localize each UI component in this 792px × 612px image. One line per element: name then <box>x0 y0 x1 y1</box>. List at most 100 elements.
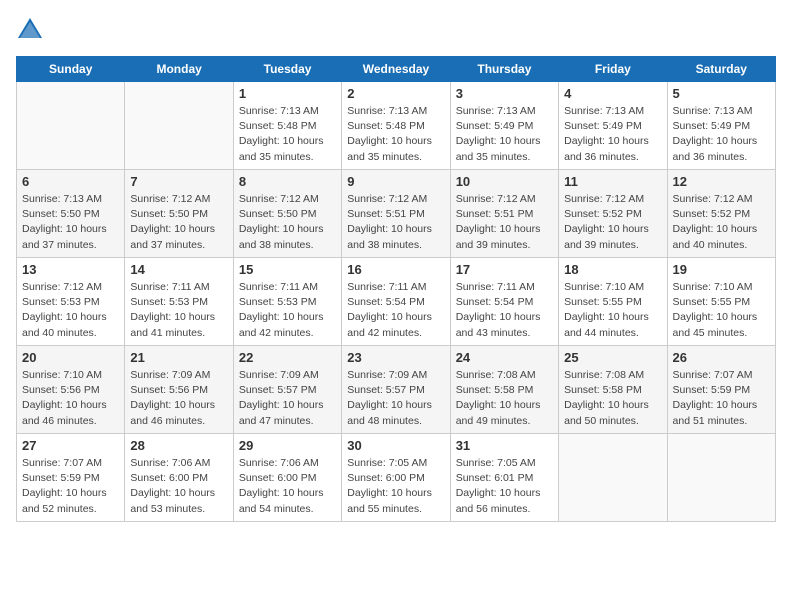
day-info: Sunrise: 7:08 AM Sunset: 5:58 PM Dayligh… <box>456 368 553 429</box>
day-info: Sunrise: 7:12 AM Sunset: 5:50 PM Dayligh… <box>239 192 336 253</box>
day-number: 21 <box>130 350 227 365</box>
logo <box>16 16 48 44</box>
calendar-cell: 3Sunrise: 7:13 AM Sunset: 5:49 PM Daylig… <box>450 82 558 170</box>
day-info: Sunrise: 7:11 AM Sunset: 5:54 PM Dayligh… <box>456 280 553 341</box>
calendar-cell: 31 Sunrise: 7:05 AM Sunset: 6:01 PM Dayli… <box>450 434 558 522</box>
calendar-cell: 11 Sunrise: 7:12 AM Sunset: 5:52 PM Dayli… <box>559 170 667 258</box>
calendar-body: 1 Sunrise: 7:13 AM Sunset: 5:48 PM Daylig… <box>17 82 776 522</box>
weekday-header: Saturday <box>667 57 775 82</box>
day-info: Sunrise: 7:13 AM Sunset: 5:48 PM Dayligh… <box>239 104 336 165</box>
calendar-cell: 2 Sunrise: 7:13 AM Sunset: 5:48 PM Daylig… <box>342 82 450 170</box>
calendar-header: SundayMondayTuesdayWednesdayThursdayFrid… <box>17 57 776 82</box>
day-info: Sunrise: 7:10 AM Sunset: 5:55 PM Dayligh… <box>673 280 770 341</box>
day-number: 18 <box>564 262 661 277</box>
calendar-week-row: 27Sunrise: 7:07 AM Sunset: 5:59 PM Dayli… <box>17 434 776 522</box>
day-number: 27 <box>22 438 119 453</box>
day-number: 22 <box>239 350 336 365</box>
calendar-cell: 9 Sunrise: 7:12 AM Sunset: 5:51 PM Daylig… <box>342 170 450 258</box>
calendar-cell: 16 Sunrise: 7:11 AM Sunset: 5:54 PM Dayli… <box>342 258 450 346</box>
calendar-cell: 12 Sunrise: 7:12 AM Sunset: 5:52 PM Dayli… <box>667 170 775 258</box>
day-info: Sunrise: 7:06 AM Sunset: 6:00 PM Dayligh… <box>239 456 336 517</box>
calendar-cell: 25 Sunrise: 7:08 AM Sunset: 5:58 PM Dayli… <box>559 346 667 434</box>
day-number: 11 <box>564 174 661 189</box>
calendar-cell: 7 Sunrise: 7:12 AM Sunset: 5:50 PM Daylig… <box>125 170 233 258</box>
day-info: Sunrise: 7:05 AM Sunset: 6:00 PM Dayligh… <box>347 456 444 517</box>
day-info: Sunrise: 7:06 AM Sunset: 6:00 PM Dayligh… <box>130 456 227 517</box>
calendar-cell: 19 Sunrise: 7:10 AM Sunset: 5:55 PM Dayli… <box>667 258 775 346</box>
day-number: 6 <box>22 174 119 189</box>
day-number: 13 <box>22 262 119 277</box>
calendar-cell: 29 Sunrise: 7:06 AM Sunset: 6:00 PM Dayli… <box>233 434 341 522</box>
calendar-week-row: 13Sunrise: 7:12 AM Sunset: 5:53 PM Dayli… <box>17 258 776 346</box>
day-number: 20 <box>22 350 119 365</box>
calendar-week-row: 20Sunrise: 7:10 AM Sunset: 5:56 PM Dayli… <box>17 346 776 434</box>
day-info: Sunrise: 7:12 AM Sunset: 5:52 PM Dayligh… <box>673 192 770 253</box>
day-info: Sunrise: 7:11 AM Sunset: 5:53 PM Dayligh… <box>130 280 227 341</box>
calendar-cell: 22 Sunrise: 7:09 AM Sunset: 5:57 PM Dayli… <box>233 346 341 434</box>
day-info: Sunrise: 7:10 AM Sunset: 5:55 PM Dayligh… <box>564 280 661 341</box>
day-number: 25 <box>564 350 661 365</box>
calendar-cell: 6 Sunrise: 7:13 AM Sunset: 5:50 PM Daylig… <box>17 170 125 258</box>
day-number: 16 <box>347 262 444 277</box>
day-info: Sunrise: 7:11 AM Sunset: 5:54 PM Dayligh… <box>347 280 444 341</box>
calendar-cell: 14Sunrise: 7:11 AM Sunset: 5:53 PM Dayli… <box>125 258 233 346</box>
logo-icon <box>16 16 44 44</box>
calendar-cell: 27Sunrise: 7:07 AM Sunset: 5:59 PM Dayli… <box>17 434 125 522</box>
day-info: Sunrise: 7:13 AM Sunset: 5:49 PM Dayligh… <box>673 104 770 165</box>
day-info: Sunrise: 7:13 AM Sunset: 5:49 PM Dayligh… <box>564 104 661 165</box>
day-number: 4 <box>564 86 661 101</box>
day-info: Sunrise: 7:12 AM Sunset: 5:50 PM Dayligh… <box>130 192 227 253</box>
weekday-header: Monday <box>125 57 233 82</box>
day-number: 2 <box>347 86 444 101</box>
day-number: 31 <box>456 438 553 453</box>
day-number: 5 <box>673 86 770 101</box>
calendar-cell <box>125 82 233 170</box>
day-number: 29 <box>239 438 336 453</box>
day-number: 12 <box>673 174 770 189</box>
day-info: Sunrise: 7:09 AM Sunset: 5:57 PM Dayligh… <box>239 368 336 429</box>
calendar-cell: 24 Sunrise: 7:08 AM Sunset: 5:58 PM Dayli… <box>450 346 558 434</box>
weekday-header: Wednesday <box>342 57 450 82</box>
day-info: Sunrise: 7:13 AM Sunset: 5:48 PM Dayligh… <box>347 104 444 165</box>
calendar-cell: 1 Sunrise: 7:13 AM Sunset: 5:48 PM Daylig… <box>233 82 341 170</box>
calendar-cell: 28 Sunrise: 7:06 AM Sunset: 6:00 PM Dayli… <box>125 434 233 522</box>
day-number: 24 <box>456 350 553 365</box>
calendar-cell: 4 Sunrise: 7:13 AM Sunset: 5:49 PM Daylig… <box>559 82 667 170</box>
calendar-cell: 21Sunrise: 7:09 AM Sunset: 5:56 PM Dayli… <box>125 346 233 434</box>
calendar-cell: 8Sunrise: 7:12 AM Sunset: 5:50 PM Daylig… <box>233 170 341 258</box>
calendar-cell: 13Sunrise: 7:12 AM Sunset: 5:53 PM Dayli… <box>17 258 125 346</box>
page-header <box>16 16 776 44</box>
day-info: Sunrise: 7:08 AM Sunset: 5:58 PM Dayligh… <box>564 368 661 429</box>
day-number: 28 <box>130 438 227 453</box>
calendar-table: SundayMondayTuesdayWednesdayThursdayFrid… <box>16 56 776 522</box>
day-number: 9 <box>347 174 444 189</box>
weekday-header: Sunday <box>17 57 125 82</box>
calendar-cell: 18 Sunrise: 7:10 AM Sunset: 5:55 PM Dayli… <box>559 258 667 346</box>
day-number: 1 <box>239 86 336 101</box>
day-info: Sunrise: 7:13 AM Sunset: 5:50 PM Dayligh… <box>22 192 119 253</box>
calendar-cell: 10Sunrise: 7:12 AM Sunset: 5:51 PM Dayli… <box>450 170 558 258</box>
day-number: 19 <box>673 262 770 277</box>
day-info: Sunrise: 7:05 AM Sunset: 6:01 PM Dayligh… <box>456 456 553 517</box>
calendar-cell: 23Sunrise: 7:09 AM Sunset: 5:57 PM Dayli… <box>342 346 450 434</box>
weekday-header: Thursday <box>450 57 558 82</box>
day-number: 7 <box>130 174 227 189</box>
day-info: Sunrise: 7:11 AM Sunset: 5:53 PM Dayligh… <box>239 280 336 341</box>
calendar-cell: 17Sunrise: 7:11 AM Sunset: 5:54 PM Dayli… <box>450 258 558 346</box>
day-info: Sunrise: 7:12 AM Sunset: 5:52 PM Dayligh… <box>564 192 661 253</box>
calendar-week-row: 1 Sunrise: 7:13 AM Sunset: 5:48 PM Daylig… <box>17 82 776 170</box>
day-number: 10 <box>456 174 553 189</box>
day-info: Sunrise: 7:09 AM Sunset: 5:57 PM Dayligh… <box>347 368 444 429</box>
weekday-header: Tuesday <box>233 57 341 82</box>
day-number: 15 <box>239 262 336 277</box>
calendar-cell: 30Sunrise: 7:05 AM Sunset: 6:00 PM Dayli… <box>342 434 450 522</box>
calendar-week-row: 6 Sunrise: 7:13 AM Sunset: 5:50 PM Daylig… <box>17 170 776 258</box>
calendar-cell: 20Sunrise: 7:10 AM Sunset: 5:56 PM Dayli… <box>17 346 125 434</box>
calendar-cell: 26Sunrise: 7:07 AM Sunset: 5:59 PM Dayli… <box>667 346 775 434</box>
calendar-cell <box>667 434 775 522</box>
day-number: 26 <box>673 350 770 365</box>
weekday-row: SundayMondayTuesdayWednesdayThursdayFrid… <box>17 57 776 82</box>
day-info: Sunrise: 7:13 AM Sunset: 5:49 PM Dayligh… <box>456 104 553 165</box>
day-info: Sunrise: 7:12 AM Sunset: 5:51 PM Dayligh… <box>347 192 444 253</box>
weekday-header: Friday <box>559 57 667 82</box>
